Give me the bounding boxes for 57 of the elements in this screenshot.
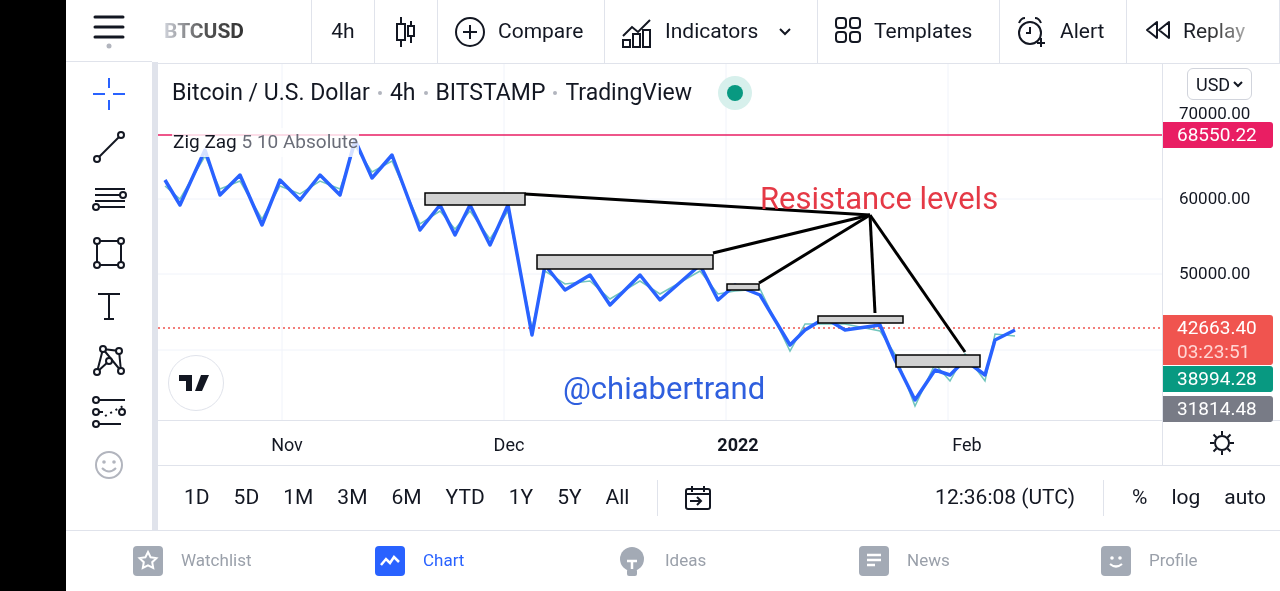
axis-label: 60000.00 xyxy=(1179,188,1251,208)
countdown-label: 03:23:51 xyxy=(1177,340,1252,364)
range-button[interactable]: 3M xyxy=(337,482,368,514)
chart-icon xyxy=(374,545,406,577)
compare-button[interactable]: Compare xyxy=(454,15,584,48)
indicator-params: 5 10 Absolute xyxy=(241,130,359,153)
templates-button[interactable]: Templates xyxy=(834,15,973,48)
chart-info-text: BITSTAMP xyxy=(435,78,546,108)
resistance-zone xyxy=(726,283,760,291)
chart-info-text: 4h xyxy=(389,78,416,108)
range-button[interactable]: YTD xyxy=(445,482,485,514)
scale-button[interactable]: % xyxy=(1132,482,1148,514)
signature-text: @chiabertrand xyxy=(563,369,766,409)
settings-icon[interactable] xyxy=(1208,430,1235,456)
alarm-clock-icon xyxy=(1016,15,1048,48)
candlestick-icon[interactable] xyxy=(394,15,418,48)
range-button[interactable]: 1Y xyxy=(508,482,534,514)
chevron-down-icon xyxy=(1233,80,1244,88)
chevron-down-icon[interactable] xyxy=(778,26,793,37)
trend-line-icon[interactable] xyxy=(91,129,127,165)
rectangle-icon[interactable] xyxy=(91,235,127,271)
axis-label: 50000.00 xyxy=(1179,263,1251,283)
range-button[interactable]: 5Y xyxy=(557,482,582,514)
plus-circle-icon xyxy=(454,15,486,48)
forecast-icon[interactable] xyxy=(91,394,127,430)
price-label: 42663.40 xyxy=(1177,316,1258,340)
scale-button[interactable]: log xyxy=(1171,482,1201,514)
chart-title: Bitcoin / U.S. Dollar xyxy=(172,78,370,108)
axis-label: Nov xyxy=(271,433,303,457)
range-button[interactable]: All xyxy=(605,482,630,514)
indicator-name: Zig Zag xyxy=(173,130,238,153)
range-button[interactable]: 6M xyxy=(391,482,422,514)
price-label: 38994.28 xyxy=(1163,366,1273,392)
calendar-icon[interactable] xyxy=(684,484,713,512)
alert-button[interactable]: Alert xyxy=(1016,15,1105,48)
watchlist-icon xyxy=(132,545,164,577)
crosshair-icon[interactable] xyxy=(91,76,127,112)
axis-label: Feb xyxy=(952,433,982,457)
range-button[interactable]: 1M xyxy=(283,482,314,514)
annotation-text: Resistance levels xyxy=(760,179,999,219)
axis-label: Dec xyxy=(493,433,525,457)
range-button[interactable]: 5D xyxy=(233,482,260,514)
timezone-button[interactable]: 12:36:08 (UTC) xyxy=(935,482,1076,514)
scale-button[interactable]: auto xyxy=(1224,482,1266,514)
profile-icon xyxy=(1100,545,1132,577)
price-label: 31814.48 xyxy=(1163,396,1273,422)
currency-dropdown[interactable]: USD xyxy=(1187,68,1253,100)
logo-button[interactable] xyxy=(168,355,224,411)
axis-label: 2022 xyxy=(717,433,759,457)
nav-tab[interactable]: Chart xyxy=(308,545,550,577)
range-button[interactable]: 1D xyxy=(184,482,210,514)
axis-label: 70000.00 xyxy=(1179,103,1251,123)
price-label: 68550.22 xyxy=(1163,122,1273,148)
news-icon xyxy=(858,545,890,577)
indicators-button[interactable]: Indicators xyxy=(621,15,759,48)
chart-info-text: TradingView xyxy=(565,78,693,108)
interval-button[interactable]: 4h xyxy=(327,15,359,48)
